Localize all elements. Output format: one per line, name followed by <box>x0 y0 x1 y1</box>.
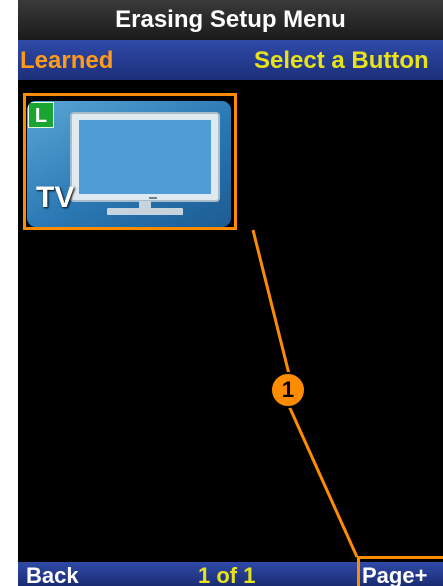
menu-title: Erasing Setup Menu <box>18 0 443 40</box>
category-label: Learned <box>20 47 114 74</box>
instruction-label: Select a Button <box>254 47 429 74</box>
page-button-highlight-frame <box>357 556 443 586</box>
tile-highlight-frame <box>23 93 237 230</box>
page-indicator: 1 of 1 <box>198 563 256 586</box>
back-button[interactable]: Back <box>26 562 79 586</box>
remote-screen: Erasing Setup Menu Learned Select a Butt… <box>18 0 443 586</box>
callout-number-badge: 1 <box>270 372 306 408</box>
sub-header-bar: Learned Select a Button <box>18 40 443 80</box>
